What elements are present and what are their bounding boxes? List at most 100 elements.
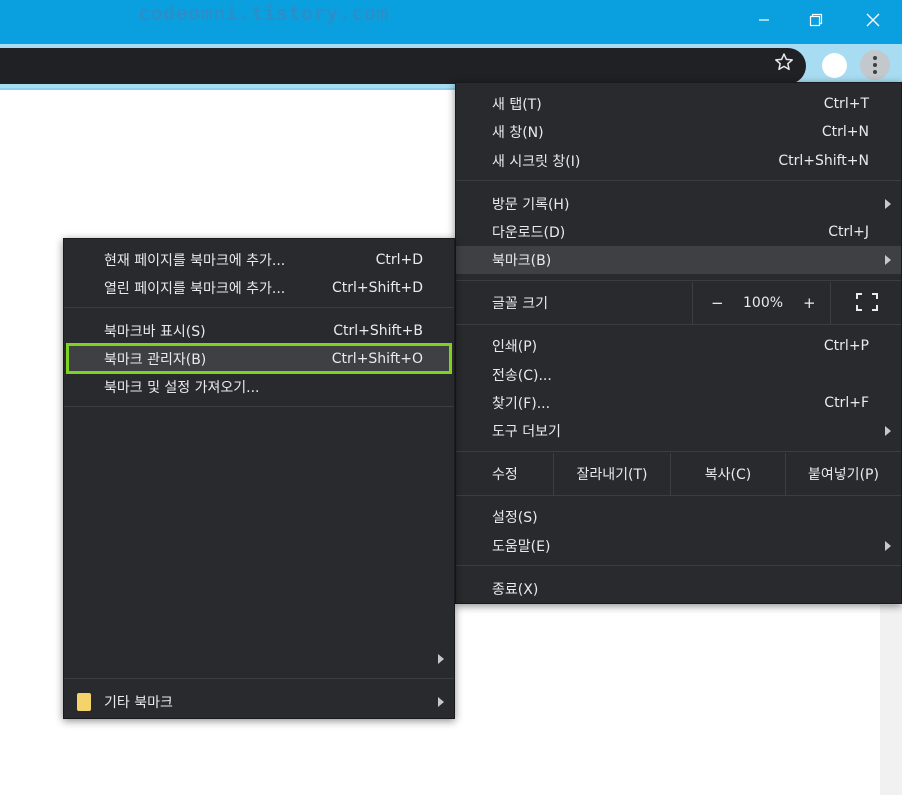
menu-item-new-window[interactable]: 새 창(N) Ctrl+N bbox=[456, 118, 901, 146]
menu-item-label: 전송(C)... bbox=[492, 368, 552, 384]
menu-item-label: 열린 페이지를 북마크에 추가... bbox=[104, 281, 286, 297]
menu-separator bbox=[64, 678, 454, 679]
submenu-arrow-icon bbox=[885, 255, 891, 265]
menu-item-shortcut: Ctrl+F bbox=[824, 395, 869, 411]
menu-item-find[interactable]: 찾기(F)... Ctrl+F bbox=[456, 389, 901, 417]
submenu-arrow-icon bbox=[438, 697, 444, 707]
menu-item-label: 북마크 및 설정 가져오기... bbox=[104, 380, 260, 396]
menu-item-label: 다운로드(D) bbox=[492, 225, 566, 241]
paste-button[interactable]: 붙여넣기(P) bbox=[786, 453, 901, 495]
menu-item-print[interactable]: 인쇄(P) Ctrl+P bbox=[456, 332, 901, 360]
menu-item-shortcut: Ctrl+T bbox=[823, 96, 869, 112]
menu-separator bbox=[456, 451, 901, 452]
menu-item-more-tools[interactable]: 도구 더보기 bbox=[456, 417, 901, 445]
menu-item-shortcut: Ctrl+D bbox=[375, 252, 423, 268]
menu-separator bbox=[456, 180, 901, 181]
menu-item-label: 기타 북마크 bbox=[104, 695, 173, 711]
cut-button[interactable]: 잘라내기(T) bbox=[554, 453, 670, 495]
menu-item-bookmark-manager[interactable]: 북마크 관리자(B) Ctrl+Shift+O bbox=[64, 345, 454, 373]
menu-item-import-bookmarks[interactable]: 북마크 및 설정 가져오기... bbox=[64, 373, 454, 401]
star-icon bbox=[775, 53, 793, 71]
menu-separator bbox=[64, 307, 454, 308]
address-bar[interactable] bbox=[0, 48, 806, 84]
menu-item-shortcut: Ctrl+P bbox=[823, 338, 869, 354]
menu-item-shortcut: Ctrl+Shift+N bbox=[778, 153, 869, 169]
submenu-arrow-icon bbox=[885, 426, 891, 436]
menu-item-shortcut: Ctrl+N bbox=[821, 124, 869, 140]
maximize-button[interactable] bbox=[793, 0, 839, 40]
zoom-divider bbox=[692, 282, 693, 324]
menu-item-shortcut: Ctrl+Shift+B bbox=[333, 323, 423, 339]
submenu-arrow-icon bbox=[885, 199, 891, 209]
menu-item-downloads[interactable]: 다운로드(D) Ctrl+J bbox=[456, 218, 901, 246]
submenu-arrow-icon bbox=[885, 541, 891, 551]
menu-item-bookmarks[interactable]: 북마크(B) bbox=[456, 246, 901, 274]
close-icon bbox=[866, 13, 880, 27]
menu-dot bbox=[873, 70, 877, 74]
maximize-icon bbox=[809, 13, 823, 27]
profile-avatar[interactable] bbox=[822, 53, 847, 78]
chrome-menu-button[interactable] bbox=[860, 50, 890, 80]
menu-item-label: 현재 페이지를 북마크에 추가... bbox=[104, 253, 286, 269]
menu-dot bbox=[873, 56, 877, 60]
submenu-arrow-icon bbox=[438, 654, 444, 664]
menu-item-new-incognito[interactable]: 새 시크릿 창(I) Ctrl+Shift+N bbox=[456, 147, 901, 175]
menu-item-bookmark-open-pages[interactable]: 열린 페이지를 북마크에 추가... Ctrl+Shift+D bbox=[64, 274, 454, 302]
menu-item-label: 종료(X) bbox=[492, 582, 539, 598]
menu-item-hidden-folder[interactable] bbox=[64, 645, 454, 673]
menu-item-label: 찾기(F)... bbox=[492, 396, 551, 412]
menu-item-label: 북마크 관리자(B) bbox=[104, 352, 207, 368]
zoom-level: 100% bbox=[743, 295, 784, 311]
minimize-icon bbox=[759, 19, 769, 21]
menu-item-shortcut: Ctrl+J bbox=[828, 224, 869, 240]
menu-item-bookmark-this-page[interactable]: 현재 페이지를 북마크에 추가... Ctrl+D bbox=[64, 246, 454, 274]
menu-item-cast[interactable]: 전송(C)... bbox=[456, 361, 901, 389]
zoom-out-button[interactable]: − bbox=[711, 294, 724, 312]
minimize-button[interactable] bbox=[741, 0, 787, 40]
zoom-in-button[interactable]: + bbox=[803, 294, 816, 312]
menu-item-label: 인쇄(P) bbox=[492, 339, 538, 355]
menu-item-label: 북마크(B) bbox=[492, 253, 552, 269]
bookmarks-submenu: 현재 페이지를 북마크에 추가... Ctrl+D 열린 페이지를 북마크에 추… bbox=[63, 238, 455, 719]
menu-item-shortcut: Ctrl+Shift+D bbox=[332, 280, 423, 296]
bookmark-star-button[interactable] bbox=[770, 48, 798, 76]
edit-label: 수정 bbox=[492, 467, 518, 483]
menu-separator bbox=[456, 324, 901, 325]
menu-item-label: 새 탭(T) bbox=[492, 97, 542, 113]
menu-item-label: 새 시크릿 창(I) bbox=[492, 154, 581, 170]
zoom-divider bbox=[830, 282, 831, 324]
close-button[interactable] bbox=[850, 0, 896, 40]
menu-item-help[interactable]: 도움말(E) bbox=[456, 532, 901, 560]
menu-separator bbox=[64, 406, 454, 407]
title-bar: codeomni.tistory.com bbox=[0, 0, 902, 44]
chrome-main-menu: 새 탭(T) Ctrl+T 새 창(N) Ctrl+N 새 시크릿 창(I) C… bbox=[455, 82, 902, 604]
menu-separator bbox=[456, 565, 901, 566]
edit-row: 수정 잘라내기(T) 복사(C) 붙여넣기(P) bbox=[456, 453, 901, 495]
menu-item-label: 새 창(N) bbox=[492, 125, 544, 141]
folder-icon bbox=[77, 693, 91, 711]
zoom-label: 글꼴 크기 bbox=[492, 296, 548, 312]
menu-separator bbox=[456, 495, 901, 496]
watermark: codeomni.tistory.com bbox=[138, 1, 389, 25]
menu-item-history[interactable]: 방문 기록(H) bbox=[456, 190, 901, 218]
copy-label: 복사(C) bbox=[704, 467, 752, 483]
menu-dot bbox=[873, 63, 877, 67]
page-scrollbar[interactable] bbox=[880, 605, 902, 795]
menu-separator bbox=[456, 280, 901, 281]
menu-item-shortcut: Ctrl+Shift+O bbox=[331, 351, 423, 367]
menu-item-label: 방문 기록(H) bbox=[492, 197, 570, 213]
menu-item-other-bookmarks[interactable]: 기타 북마크 bbox=[64, 688, 454, 716]
menu-item-label: 북마크바 표시(S) bbox=[104, 324, 206, 340]
menu-item-exit[interactable]: 종료(X) bbox=[456, 575, 901, 603]
menu-item-settings[interactable]: 설정(S) bbox=[456, 503, 901, 531]
zoom-row: 글꼴 크기 − 100% + bbox=[456, 282, 901, 324]
copy-button[interactable]: 복사(C) bbox=[671, 453, 785, 495]
menu-item-show-bookmarks-bar[interactable]: 북마크바 표시(S) Ctrl+Shift+B bbox=[64, 317, 454, 345]
fullscreen-icon[interactable] bbox=[856, 293, 878, 311]
cut-label: 잘라내기(T) bbox=[576, 467, 648, 483]
menu-item-label: 도구 더보기 bbox=[492, 424, 561, 440]
menu-item-new-tab[interactable]: 새 탭(T) Ctrl+T bbox=[456, 90, 901, 118]
menu-item-label: 설정(S) bbox=[492, 510, 538, 526]
paste-label: 붙여넣기(P) bbox=[808, 467, 879, 483]
menu-item-label: 도움말(E) bbox=[492, 539, 551, 555]
